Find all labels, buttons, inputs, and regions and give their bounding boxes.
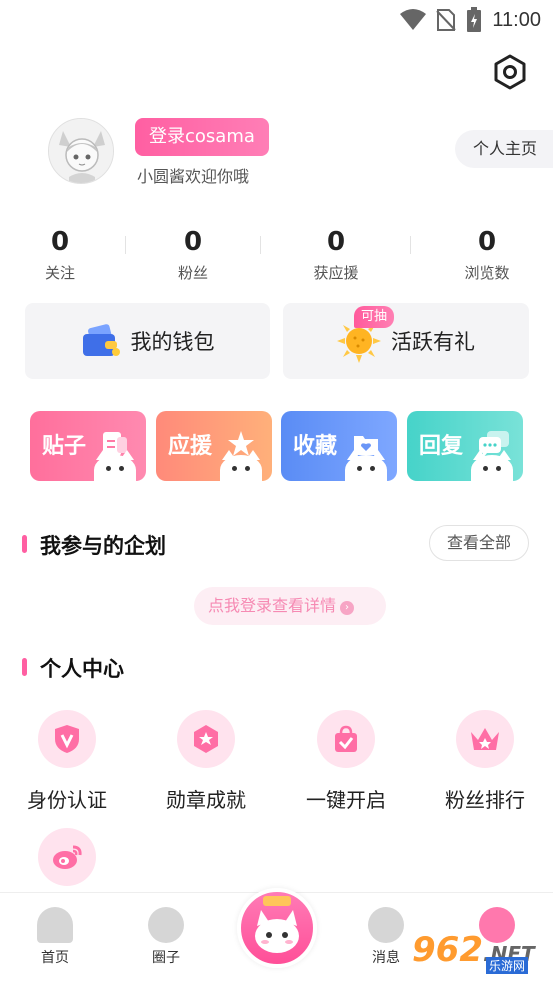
stat-label: 粉丝 [177,264,208,282]
divider [260,236,261,254]
stat-value: 0 [183,227,203,257]
cat-mascot-icon [255,896,299,953]
tile-label: 回复 [419,434,464,459]
nav-label: 首页 [41,950,69,966]
status-icons: 11:00 [400,6,541,34]
pc-item-medals[interactable]: 勋章成就 [151,710,261,813]
welcome-text: 小圆酱欢迎你哦 [137,167,250,186]
pc-item-label: 勋章成就 [166,788,246,812]
pc-item-label: 一键开启 [306,788,386,812]
tile-label: 贴子 [42,434,87,459]
cat-mascot-icon [471,450,513,481]
homepage-button[interactable]: 个人主页 [455,130,553,168]
login-details-label: 点我登录查看详情 [208,596,337,615]
stat-views[interactable]: 0 浏览数 [427,224,547,283]
stat-label: 关注 [44,264,75,282]
pc-item-weibo[interactable] [12,828,122,886]
stats-row: 0 关注 0 粉丝 0 获应援 0 浏览数 [0,224,553,294]
chevron-right-icon: › [340,601,355,615]
tile-label: 应援 [168,434,213,459]
nav-messages[interactable]: 消息 [351,907,421,967]
pc-item-fan-ranking[interactable]: 粉丝排行 [430,710,540,813]
stat-value: 0 [477,227,497,257]
bag-check-icon [317,710,375,768]
center-post-button[interactable] [237,888,317,968]
active-rewards-label: 活跃有礼 [391,330,475,354]
cat-mascot-icon [94,450,136,481]
anime-avatar-icon [49,119,113,183]
nav-home[interactable]: 首页 [20,907,90,967]
tile-replies[interactable]: 回复 [407,411,523,481]
tile-favorites[interactable]: 收藏 [281,411,397,481]
stat-label: 浏览数 [464,264,510,282]
nav-label: 圈子 [152,950,180,966]
tile-label: 收藏 [293,434,338,459]
crown-icon [456,710,514,768]
nav-circles[interactable]: 圈子 [131,907,201,967]
wifi-icon [400,9,427,30]
no-sim-icon [436,9,457,31]
shield-v-icon [38,710,96,768]
weibo-icon [38,828,96,886]
chat-face-icon [368,907,404,943]
tile-posts[interactable]: 贴子 [30,411,146,481]
pc-item-label: 身份认证 [27,788,107,812]
planet-icon [148,907,184,943]
wallet-card[interactable]: 我的钱包 [25,303,270,379]
settings-button[interactable] [488,50,532,94]
stat-fans[interactable]: 0 粉丝 [133,224,253,283]
stat-support[interactable]: 0 获应援 [276,224,396,283]
battery-icon [467,7,482,32]
draw-badge: 可抽 [354,306,395,328]
divider [125,236,126,254]
personal-center-title: 个人中心 [22,653,124,683]
view-all-button[interactable]: 查看全部 [429,525,529,561]
pc-item-label: 粉丝排行 [445,788,525,812]
avatar[interactable] [48,118,114,184]
active-rewards-card[interactable]: 活跃有礼 [283,303,529,379]
status-time: 11:00 [492,8,541,31]
pc-item-one-click[interactable]: 一键开启 [291,710,401,813]
plans-section-title: 我参与的企划 [22,530,166,560]
badge-star-icon [177,710,235,768]
settings-hexagon-icon [494,54,526,90]
stat-label: 获应援 [313,264,359,282]
watermark-sub: 乐游网 [486,957,529,974]
cat-mascot-icon [220,450,262,481]
stat-value: 0 [326,227,346,257]
wallet-icon [82,324,120,356]
cat-mascot-icon [345,450,387,481]
nav-label: 消息 [372,950,400,966]
tile-support[interactable]: 应援 [156,411,272,481]
wallet-label: 我的钱包 [130,330,215,354]
stat-following[interactable]: 0 关注 [0,224,120,283]
watermark-number: 962 [412,930,483,970]
login-button[interactable]: 登录cosama [135,118,269,156]
login-details-button[interactable]: 点我登录查看详情 › [194,587,386,625]
pc-item-identity[interactable]: 身份认证 [12,710,122,813]
status-bar: 11:00 [0,0,553,40]
stat-value: 0 [50,227,70,257]
ghost-home-icon [37,907,73,943]
divider [410,236,411,254]
